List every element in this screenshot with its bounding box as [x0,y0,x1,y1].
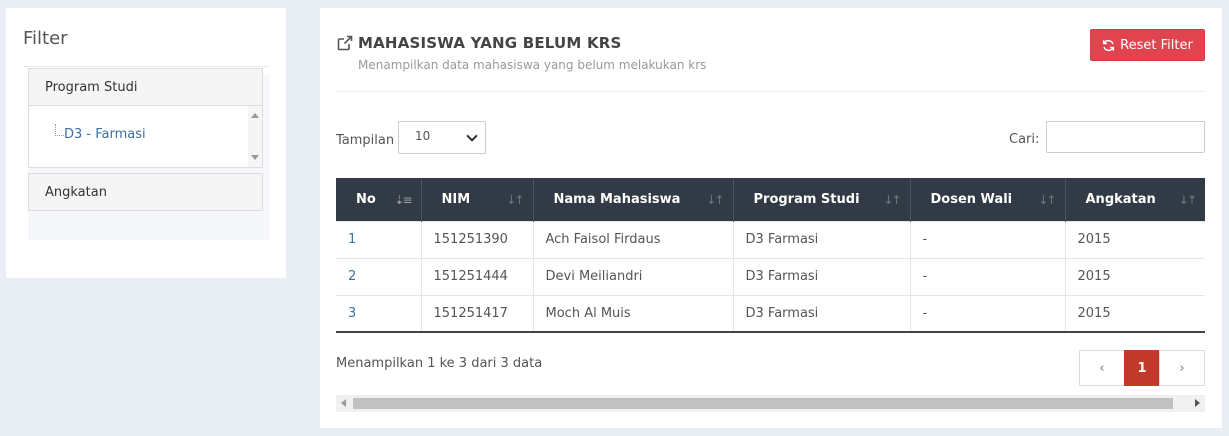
cell-program-studi: D3 Farmasi [733,257,911,295]
cell-dosen-wali: - [910,257,1066,295]
column-header-no[interactable]: No ⇣≡ [336,178,422,221]
column-label: Angkatan [1085,191,1156,207]
horizontal-scrollbar[interactable] [336,395,1205,412]
sort-icon: ↓↑ [1038,193,1056,207]
pagination: ‹ 1 › [1079,350,1205,386]
column-label: No [356,191,376,207]
column-label: Nama Mahasiswa [553,191,681,207]
cell-program-studi: D3 Farmasi [733,294,911,333]
column-header-dosen-wali[interactable]: Dosen Wali ↓↑ [910,178,1066,221]
sort-icon: ↓↑ [883,193,901,207]
divider [23,66,269,67]
cell-nama: Devi Meiliandri [533,257,734,295]
column-label: Dosen Wali [930,191,1013,207]
scroll-down-icon[interactable] [251,155,259,160]
table-info: Menampilkan 1 ke 3 dari 3 data [336,356,543,371]
sort-icon: ↓↑ [706,193,724,207]
page-length-select[interactable]: 10 [398,121,486,154]
table-row: 3 151251417 Moch Al Muis D3 Farmasi - 20… [336,294,1205,333]
pagination-prev-button[interactable]: ‹ [1079,350,1125,386]
program-studi-tree: D3 - Farmasi [28,106,263,168]
cell-dosen-wali: - [910,220,1066,258]
page-length-value: 10 [415,129,431,143]
cell-no: 1 [336,220,422,258]
tree-item-d3-farmasi[interactable]: D3 - Farmasi [64,127,146,142]
sort-asc-icon: ⇣≡ [394,193,412,207]
search-input[interactable] [1046,121,1205,153]
filter-panel: Filter Program Studi D3 - Farmasi Angkat… [6,8,286,278]
cell-no: 2 [336,257,422,295]
chevron-down-icon [466,130,478,142]
cell-nim: 151251390 [421,220,534,258]
cell-nim: 151251444 [421,257,534,295]
reset-filter-label: Reset Filter [1120,37,1193,53]
cell-nim: 151251417 [421,294,534,333]
cell-nama: Moch Al Muis [533,294,734,333]
filter-title: Filter [23,28,68,49]
external-link-icon [337,35,353,51]
column-label: NIM [441,191,471,207]
accordion-program-studi[interactable]: Program Studi [28,68,263,106]
scroll-left-icon[interactable] [341,399,346,407]
sort-icon: ↓↑ [1178,193,1197,207]
refresh-icon [1103,39,1115,51]
search-label: Cari: [1009,132,1040,147]
cell-nama: Ach Faisol Firdaus [533,220,734,258]
cell-program-studi: D3 Farmasi [733,220,911,258]
cell-angkatan: 2015 [1065,294,1205,333]
tree-connector [55,124,64,136]
scroll-right-icon[interactable] [1195,399,1200,407]
reset-filter-button[interactable]: Reset Filter [1090,29,1205,61]
column-header-nim[interactable]: NIM ↓↑ [421,178,534,221]
divider [336,91,1205,92]
accordion-label: Angkatan [45,185,107,200]
cell-angkatan: 2015 [1065,257,1205,295]
table-row: 1 151251390 Ach Faisol Firdaus D3 Farmas… [336,220,1205,258]
cell-no: 3 [336,294,422,333]
cell-dosen-wali: - [910,294,1066,333]
scroll-up-icon[interactable] [251,113,259,118]
students-table: No ⇣≡ NIM ↓↑ Nama Mahasiswa ↓↑ Program Stud… [336,178,1205,333]
table-row: 2 151251444 Devi Meiliandri D3 Farmasi -… [336,257,1205,295]
tree-scrollbar[interactable] [248,106,262,167]
accordion-label: Program Studi [45,80,138,95]
sort-icon: ↓↑ [506,193,524,207]
pagination-page-1[interactable]: 1 [1124,350,1160,386]
column-header-program-studi[interactable]: Program Studi ↓↑ [733,178,911,221]
page-subtitle: Menampilkan data mahasiswa yang belum me… [358,58,707,72]
accordion-angkatan[interactable]: Angkatan [28,173,263,211]
cell-angkatan: 2015 [1065,220,1205,258]
page-title: MAHASISWA YANG BELUM KRS [358,34,622,52]
column-header-nama-mahasiswa[interactable]: Nama Mahasiswa ↓↑ [533,178,734,221]
column-header-angkatan[interactable]: Angkatan ↓↑ [1065,178,1205,221]
table-header-row: No ⇣≡ NIM ↓↑ Nama Mahasiswa ↓↑ Program Stud… [336,178,1205,221]
main-panel: MAHASISWA YANG BELUM KRS Menampilkan dat… [320,8,1222,428]
scrollbar-thumb[interactable] [353,398,1173,409]
pagination-next-button[interactable]: › [1159,350,1205,386]
column-label: Program Studi [753,191,860,207]
page-length-label: Tampilan [336,133,395,148]
